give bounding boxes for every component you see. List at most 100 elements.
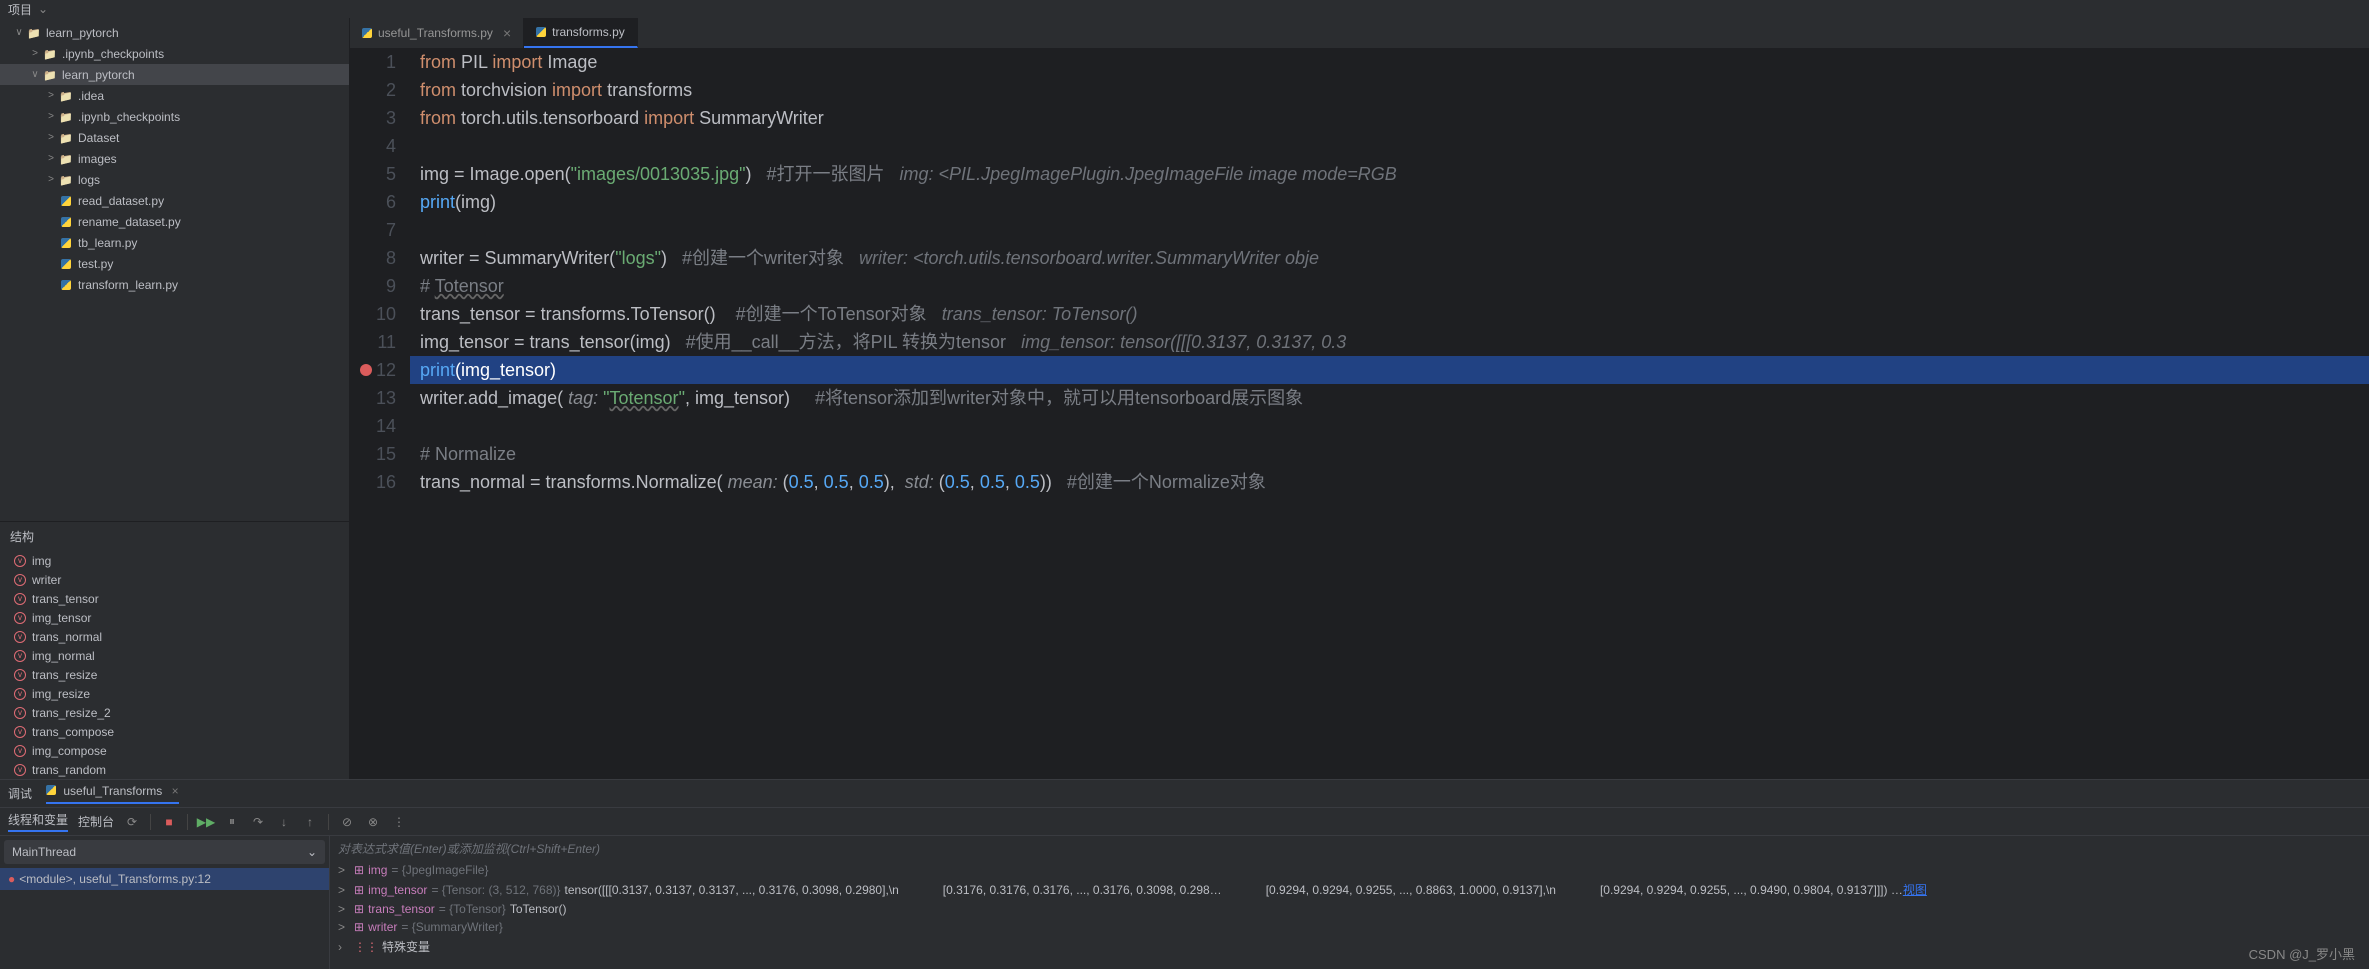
structure-item[interactable]: vtrans_normal	[0, 627, 349, 646]
debug-tab-label[interactable]: 调试	[8, 785, 32, 802]
variable-row[interactable]: > ⊞ img_tensor = {Tensor: (3, 512, 768)}…	[330, 879, 2369, 900]
watch-prompt[interactable]: 对表达式求值(Enter)或添加监视(Ctrl+Shift+Enter)	[330, 836, 2369, 861]
tree-arrow-icon[interactable]: >	[44, 132, 58, 143]
resume-icon[interactable]: ▶▶	[198, 814, 214, 830]
variables-column[interactable]: 对表达式求值(Enter)或添加监视(Ctrl+Shift+Enter) > ⊞…	[330, 836, 2369, 969]
special-vars[interactable]: › ⋮⋮ 特殊变量	[330, 936, 2369, 957]
code-line[interactable]: # Totensor	[410, 272, 2369, 300]
expand-icon[interactable]: >	[338, 863, 350, 877]
view-link[interactable]: 视图	[1903, 883, 1927, 897]
structure-item[interactable]: vimg_resize	[0, 684, 349, 703]
tree-item[interactable]: transform_learn.py	[0, 274, 349, 295]
code-line[interactable]: writer = SummaryWriter("logs") #创建一个writ…	[410, 244, 2369, 272]
debug-run-config[interactable]: useful_Transforms ×	[46, 784, 179, 804]
evaluate-icon[interactable]: ⊘	[339, 814, 355, 830]
tree-item[interactable]: rename_dataset.py	[0, 211, 349, 232]
variable-row[interactable]: > ⊞ img = {JpegImageFile}	[330, 861, 2369, 879]
variable-icon: v	[14, 593, 26, 605]
stack-frame[interactable]: ● <module>, useful_Transforms.py:12	[0, 868, 329, 890]
tree-item[interactable]: tb_learn.py	[0, 232, 349, 253]
code-line[interactable]: trans_normal = transforms.Normalize( mea…	[410, 468, 2369, 496]
code-line[interactable]	[410, 132, 2369, 160]
tree-arrow-icon[interactable]: >	[44, 90, 58, 101]
gutter[interactable]: 12345678910111213141516	[350, 48, 410, 779]
tree-arrow-icon[interactable]: >	[28, 48, 42, 59]
tree-arrow-icon[interactable]: >	[44, 153, 58, 164]
thread-select[interactable]: MainThread ⌄	[4, 840, 325, 864]
code-line[interactable]	[410, 216, 2369, 244]
code-line[interactable]: from torch.utils.tensorboard import Summ…	[410, 104, 2369, 132]
folder-icon	[26, 26, 42, 40]
tree-item[interactable]: > Dataset	[0, 127, 349, 148]
tree-item[interactable]: test.py	[0, 253, 349, 274]
refresh-icon[interactable]: ⟳	[124, 814, 140, 830]
threads-vars-tab[interactable]: 线程和变量	[8, 811, 68, 832]
close-icon[interactable]: ×	[503, 25, 511, 41]
more-icon[interactable]: ⋮	[391, 814, 407, 830]
editor-tab[interactable]: transforms.py	[524, 18, 638, 48]
variable-icon: v	[14, 669, 26, 681]
step-over-icon[interactable]: ↷	[250, 814, 266, 830]
structure-item[interactable]: vtrans_random	[0, 760, 349, 779]
mute-bp-icon[interactable]: ⊗	[365, 814, 381, 830]
editor-tab[interactable]: useful_Transforms.py×	[350, 18, 524, 48]
project-header[interactable]: 项目 ⌄	[0, 0, 2369, 18]
structure-item[interactable]: vtrans_resize_2	[0, 703, 349, 722]
variable-icon: v	[14, 707, 26, 719]
tree-item[interactable]: > logs	[0, 169, 349, 190]
main-area: ∨ learn_pytorch > .ipynb_checkpoints ∨ l…	[0, 18, 2369, 779]
tree-item[interactable]: ∨ learn_pytorch	[0, 22, 349, 43]
step-into-icon[interactable]: ↓	[276, 814, 292, 830]
code-line[interactable]: writer.add_image( tag: "Totensor", img_t…	[410, 384, 2369, 412]
tree-arrow-icon[interactable]: ∨	[28, 69, 42, 80]
step-out-icon[interactable]: ↑	[302, 814, 318, 830]
tree-item[interactable]: read_dataset.py	[0, 190, 349, 211]
debug-toolbar[interactable]: 线程和变量 控制台 ⟳ ■ ▶▶ ⏸ ↷ ↓ ↑ ⊘ ⊗ ⋮	[0, 808, 2369, 836]
breakpoint-icon[interactable]	[360, 364, 372, 376]
structure-item[interactable]: vtrans_resize	[0, 665, 349, 684]
variable-row[interactable]: > ⊞ writer = {SummaryWriter}	[330, 918, 2369, 936]
code-line[interactable]: from torchvision import transforms	[410, 76, 2369, 104]
tab-bar[interactable]: useful_Transforms.py×transforms.py	[350, 18, 2369, 48]
code-area[interactable]: 12345678910111213141516 from PIL import …	[350, 48, 2369, 779]
code-line[interactable]	[410, 412, 2369, 440]
stop-icon[interactable]: ■	[161, 814, 177, 830]
pause-icon[interactable]: ⏸	[224, 814, 240, 830]
tree-arrow-icon[interactable]: >	[44, 174, 58, 185]
structure-item[interactable]: vtrans_tensor	[0, 589, 349, 608]
code-line[interactable]: img_tensor = trans_tensor(img) #使用__call…	[410, 328, 2369, 356]
code-body[interactable]: from PIL import Imagefrom torchvision im…	[410, 48, 2369, 779]
tree-arrow-icon[interactable]: >	[44, 111, 58, 122]
expand-icon[interactable]: >	[338, 883, 350, 897]
variable-row[interactable]: > ⊞ trans_tensor = {ToTensor} ToTensor()	[330, 900, 2369, 918]
python-icon	[58, 196, 74, 206]
project-label: 项目	[8, 1, 32, 18]
tree-arrow-icon[interactable]: ∨	[12, 27, 26, 38]
tree-item[interactable]: > images	[0, 148, 349, 169]
project-tree[interactable]: ∨ learn_pytorch > .ipynb_checkpoints ∨ l…	[0, 18, 349, 521]
structure-list[interactable]: vimgvwritervtrans_tensorvimg_tensorvtran…	[0, 551, 349, 779]
code-line[interactable]: # Normalize	[410, 440, 2369, 468]
structure-item[interactable]: vimg_normal	[0, 646, 349, 665]
structure-item[interactable]: vimg_tensor	[0, 608, 349, 627]
structure-item[interactable]: vwriter	[0, 570, 349, 589]
tree-item[interactable]: > .ipynb_checkpoints	[0, 43, 349, 64]
code-line[interactable]: img = Image.open("images/0013035.jpg") #…	[410, 160, 2369, 188]
expand-icon[interactable]: >	[338, 902, 350, 916]
code-line[interactable]: print(img_tensor)	[410, 356, 2369, 384]
code-line[interactable]: trans_tensor = transforms.ToTensor() #创建…	[410, 300, 2369, 328]
structure-item[interactable]: vtrans_compose	[0, 722, 349, 741]
tree-item[interactable]: ∨ learn_pytorch	[0, 64, 349, 85]
close-icon[interactable]: ×	[172, 784, 179, 798]
python-icon	[58, 280, 74, 290]
code-line[interactable]: from PIL import Image	[410, 48, 2369, 76]
structure-item[interactable]: vimg	[0, 551, 349, 570]
code-line[interactable]: print(img)	[410, 188, 2369, 216]
tree-item[interactable]: > .idea	[0, 85, 349, 106]
frames-column[interactable]: MainThread ⌄ ● <module>, useful_Transfor…	[0, 836, 330, 969]
tree-item[interactable]: > .ipynb_checkpoints	[0, 106, 349, 127]
console-tab[interactable]: 控制台	[78, 813, 114, 830]
expand-icon[interactable]: >	[338, 920, 350, 934]
structure-item[interactable]: vimg_compose	[0, 741, 349, 760]
debug-tabs[interactable]: 调试 useful_Transforms ×	[0, 780, 2369, 808]
